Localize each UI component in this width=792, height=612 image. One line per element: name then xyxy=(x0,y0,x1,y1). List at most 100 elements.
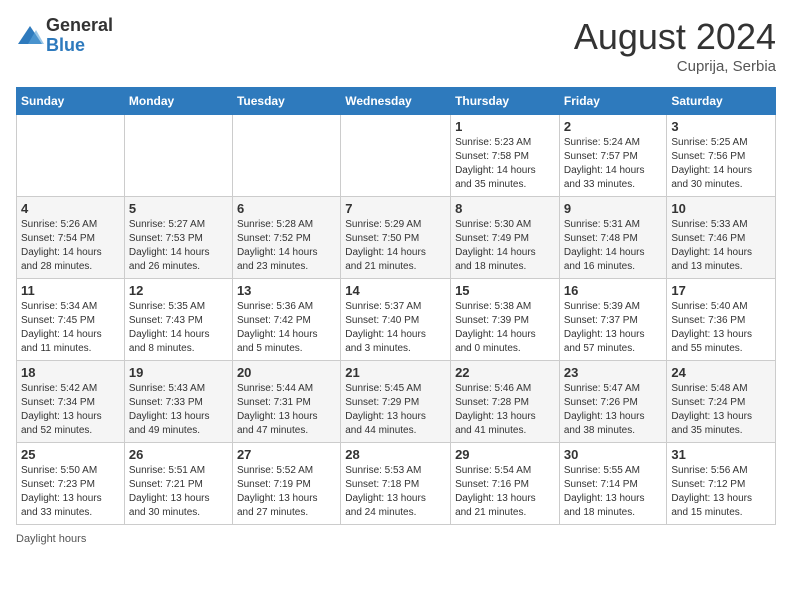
day-number: 20 xyxy=(237,365,336,380)
calendar-cell: 28 Sunrise: 5:53 AM Sunset: 7:18 PM Dayli… xyxy=(341,443,451,525)
logo-general-text: General xyxy=(46,16,113,36)
calendar-table: SundayMondayTuesdayWednesdayThursdayFrid… xyxy=(16,87,776,525)
day-info: Sunrise: 5:51 AM Sunset: 7:21 PM Dayligh… xyxy=(129,464,228,520)
day-number: 27 xyxy=(237,447,336,462)
day-info: Sunrise: 5:28 AM Sunset: 7:52 PM Dayligh… xyxy=(237,218,336,274)
day-number: 30 xyxy=(564,447,663,462)
day-info: Sunrise: 5:54 AM Sunset: 7:16 PM Dayligh… xyxy=(455,464,555,520)
weekday-header-thursday: Thursday xyxy=(451,88,560,115)
day-info: Sunrise: 5:38 AM Sunset: 7:39 PM Dayligh… xyxy=(455,300,555,356)
calendar-cell: 1Sunrise: 5:23 AM Sunset: 7:58 PM Daylig… xyxy=(451,115,560,197)
calendar-cell: 18 Sunrise: 5:42 AM Sunset: 7:34 PM Dayli… xyxy=(17,361,125,443)
day-info: Sunrise: 5:37 AM Sunset: 7:40 PM Dayligh… xyxy=(345,300,446,356)
day-info: Sunrise: 5:29 AM Sunset: 7:50 PM Dayligh… xyxy=(345,218,446,274)
weekday-header-monday: Monday xyxy=(124,88,232,115)
day-info: Sunrise: 5:55 AM Sunset: 7:14 PM Dayligh… xyxy=(564,464,663,520)
day-number: 18 xyxy=(21,365,120,380)
day-number: 24 xyxy=(671,365,771,380)
calendar-week-0: 1Sunrise: 5:23 AM Sunset: 7:58 PM Daylig… xyxy=(17,115,776,197)
logo-icon xyxy=(16,22,44,50)
calendar-week-4: 25 Sunrise: 5:50 AM Sunset: 7:23 PM Dayli… xyxy=(17,443,776,525)
day-info: Sunrise: 5:39 AM Sunset: 7:37 PM Dayligh… xyxy=(564,300,663,356)
calendar-cell: 16 Sunrise: 5:39 AM Sunset: 7:37 PM Dayli… xyxy=(559,279,667,361)
day-number: 26 xyxy=(129,447,228,462)
day-info: Sunrise: 5:27 AM Sunset: 7:53 PM Dayligh… xyxy=(129,218,228,274)
calendar-cell: 10 Sunrise: 5:33 AM Sunset: 7:46 PM Dayli… xyxy=(667,197,776,279)
day-info: Sunrise: 5:34 AM Sunset: 7:45 PM Dayligh… xyxy=(21,300,120,356)
day-number: 17 xyxy=(671,283,771,298)
calendar-cell: 4 Sunrise: 5:26 AM Sunset: 7:54 PM Daylig… xyxy=(17,197,125,279)
day-number: 4 xyxy=(21,201,120,216)
calendar-cell: 26 Sunrise: 5:51 AM Sunset: 7:21 PM Dayli… xyxy=(124,443,232,525)
calendar-cell: 21Sunrise: 5:45 AM Sunset: 7:29 PM Dayli… xyxy=(341,361,451,443)
calendar-cell: 11 Sunrise: 5:34 AM Sunset: 7:45 PM Dayli… xyxy=(17,279,125,361)
calendar-cell: 24 Sunrise: 5:48 AM Sunset: 7:24 PM Dayli… xyxy=(667,361,776,443)
day-number: 9 xyxy=(564,201,663,216)
weekday-header-wednesday: Wednesday xyxy=(341,88,451,115)
day-info: Sunrise: 5:33 AM Sunset: 7:46 PM Dayligh… xyxy=(671,218,771,274)
calendar-cell xyxy=(341,115,451,197)
day-info: Sunrise: 5:47 AM Sunset: 7:26 PM Dayligh… xyxy=(564,382,663,438)
location: Cuprija, Serbia xyxy=(574,58,776,75)
day-info: Sunrise: 5:26 AM Sunset: 7:54 PM Dayligh… xyxy=(21,218,120,274)
calendar-cell: 6Sunrise: 5:28 AM Sunset: 7:52 PM Daylig… xyxy=(232,197,340,279)
day-info: Sunrise: 5:40 AM Sunset: 7:36 PM Dayligh… xyxy=(671,300,771,356)
calendar-cell: 13Sunrise: 5:36 AM Sunset: 7:42 PM Dayli… xyxy=(232,279,340,361)
calendar-cell: 14 Sunrise: 5:37 AM Sunset: 7:40 PM Dayli… xyxy=(341,279,451,361)
day-info: Sunrise: 5:52 AM Sunset: 7:19 PM Dayligh… xyxy=(237,464,336,520)
day-info: Sunrise: 5:48 AM Sunset: 7:24 PM Dayligh… xyxy=(671,382,771,438)
day-number: 7 xyxy=(345,201,446,216)
logo: General Blue xyxy=(16,16,113,56)
day-number: 11 xyxy=(21,283,120,298)
day-info: Sunrise: 5:25 AM Sunset: 7:56 PM Dayligh… xyxy=(671,136,771,192)
day-number: 21 xyxy=(345,365,446,380)
calendar-cell: 30 Sunrise: 5:55 AM Sunset: 7:14 PM Dayli… xyxy=(559,443,667,525)
calendar-header: SundayMondayTuesdayWednesdayThursdayFrid… xyxy=(17,88,776,115)
day-number: 31 xyxy=(671,447,771,462)
day-info: Sunrise: 5:43 AM Sunset: 7:33 PM Dayligh… xyxy=(129,382,228,438)
day-number: 22 xyxy=(455,365,555,380)
day-info: Sunrise: 5:50 AM Sunset: 7:23 PM Dayligh… xyxy=(21,464,120,520)
calendar-cell: 22Sunrise: 5:46 AM Sunset: 7:28 PM Dayli… xyxy=(451,361,560,443)
calendar-cell: 9Sunrise: 5:31 AM Sunset: 7:48 PM Daylig… xyxy=(559,197,667,279)
calendar-cell: 3 Sunrise: 5:25 AM Sunset: 7:56 PM Daylig… xyxy=(667,115,776,197)
calendar-week-3: 18 Sunrise: 5:42 AM Sunset: 7:34 PM Dayli… xyxy=(17,361,776,443)
day-info: Sunrise: 5:53 AM Sunset: 7:18 PM Dayligh… xyxy=(345,464,446,520)
calendar-cell: 31 Sunrise: 5:56 AM Sunset: 7:12 PM Dayli… xyxy=(667,443,776,525)
day-number: 15 xyxy=(455,283,555,298)
calendar-cell: 12Sunrise: 5:35 AM Sunset: 7:43 PM Dayli… xyxy=(124,279,232,361)
logo-blue-text: Blue xyxy=(46,36,113,56)
calendar-cell: 17 Sunrise: 5:40 AM Sunset: 7:36 PM Dayli… xyxy=(667,279,776,361)
calendar-week-2: 11 Sunrise: 5:34 AM Sunset: 7:45 PM Dayli… xyxy=(17,279,776,361)
day-number: 10 xyxy=(671,201,771,216)
day-info: Sunrise: 5:56 AM Sunset: 7:12 PM Dayligh… xyxy=(671,464,771,520)
calendar-cell: 15 Sunrise: 5:38 AM Sunset: 7:39 PM Dayli… xyxy=(451,279,560,361)
day-info: Sunrise: 5:44 AM Sunset: 7:31 PM Dayligh… xyxy=(237,382,336,438)
footer: Daylight hours xyxy=(16,533,776,545)
weekday-header-saturday: Saturday xyxy=(667,88,776,115)
day-number: 12 xyxy=(129,283,228,298)
calendar-body: 1Sunrise: 5:23 AM Sunset: 7:58 PM Daylig… xyxy=(17,115,776,525)
calendar-cell: 5 Sunrise: 5:27 AM Sunset: 7:53 PM Daylig… xyxy=(124,197,232,279)
day-info: Sunrise: 5:24 AM Sunset: 7:57 PM Dayligh… xyxy=(564,136,663,192)
calendar-cell: 29 Sunrise: 5:54 AM Sunset: 7:16 PM Dayli… xyxy=(451,443,560,525)
day-number: 29 xyxy=(455,447,555,462)
calendar-cell: 23Sunrise: 5:47 AM Sunset: 7:26 PM Dayli… xyxy=(559,361,667,443)
day-info: Sunrise: 5:36 AM Sunset: 7:42 PM Dayligh… xyxy=(237,300,336,356)
day-number: 16 xyxy=(564,283,663,298)
weekday-header-friday: Friday xyxy=(559,88,667,115)
calendar-cell: 25 Sunrise: 5:50 AM Sunset: 7:23 PM Dayli… xyxy=(17,443,125,525)
page-header: General Blue August 2024 Cuprija, Serbia xyxy=(16,16,776,75)
calendar-cell: 20 Sunrise: 5:44 AM Sunset: 7:31 PM Dayli… xyxy=(232,361,340,443)
day-number: 2 xyxy=(564,119,663,134)
day-number: 14 xyxy=(345,283,446,298)
calendar-week-1: 4 Sunrise: 5:26 AM Sunset: 7:54 PM Daylig… xyxy=(17,197,776,279)
day-number: 3 xyxy=(671,119,771,134)
calendar-cell xyxy=(124,115,232,197)
day-info: Sunrise: 5:42 AM Sunset: 7:34 PM Dayligh… xyxy=(21,382,120,438)
day-number: 5 xyxy=(129,201,228,216)
weekday-header-sunday: Sunday xyxy=(17,88,125,115)
logo-text: General Blue xyxy=(46,16,113,56)
day-number: 28 xyxy=(345,447,446,462)
day-number: 25 xyxy=(21,447,120,462)
